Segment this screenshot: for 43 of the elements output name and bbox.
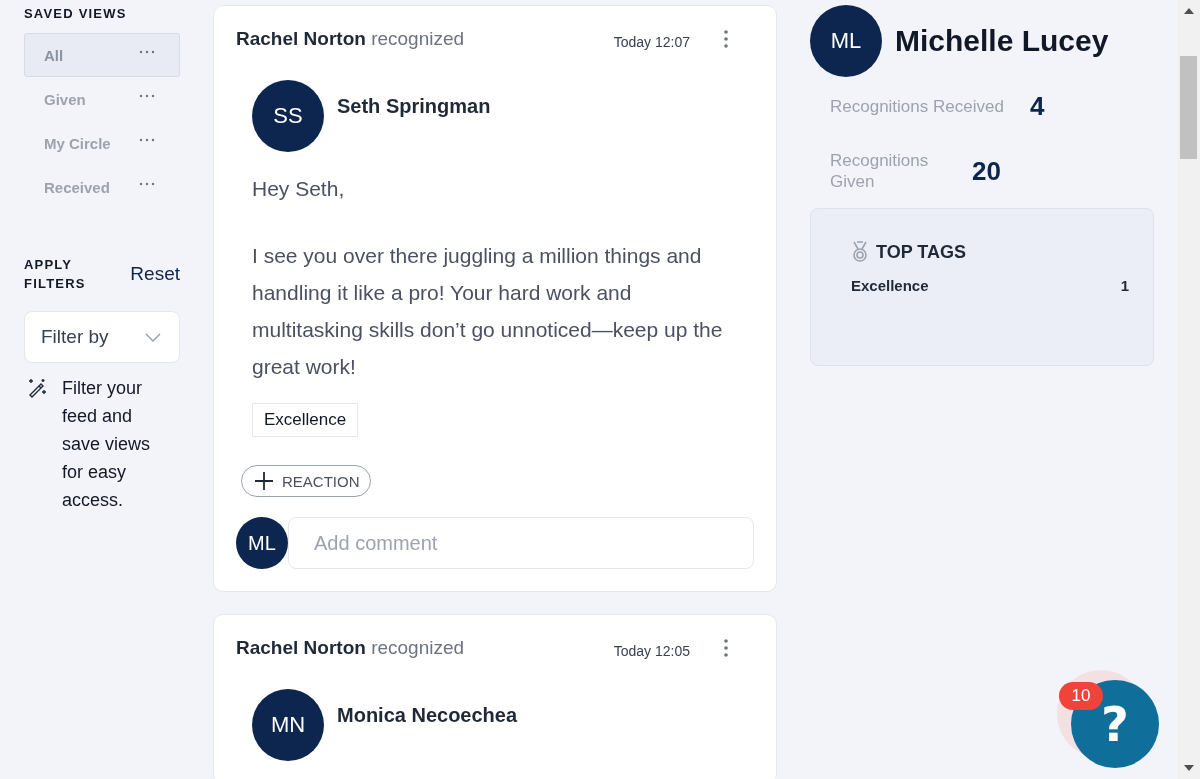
more-icon[interactable]	[139, 94, 155, 98]
stat-label: Recognitions Given	[830, 150, 930, 192]
notification-badge: 10	[1059, 682, 1103, 710]
section-title: APPLY FILTERS	[24, 256, 87, 293]
avatar: ML	[236, 517, 288, 569]
chevron-down-icon	[145, 332, 161, 342]
post-author-line: Rachel Norton recognized	[236, 28, 465, 50]
more-icon[interactable]	[724, 639, 728, 657]
more-icon[interactable]	[724, 30, 728, 48]
tag-count: 1	[1120, 277, 1129, 294]
avatar: SS	[252, 80, 324, 152]
scrollbar-thumb[interactable]	[1180, 56, 1197, 159]
comment-field[interactable]: Add comment	[288, 517, 754, 569]
medal-icon	[851, 241, 869, 263]
magic-wand-icon	[26, 377, 48, 399]
scroll-down-icon[interactable]	[1183, 765, 1194, 771]
stat-value: 20	[972, 155, 1001, 187]
post-time: Today 12:05	[613, 643, 690, 659]
section-title: TOP TAGS	[876, 241, 967, 263]
message-text: I see you over there juggling a million things and handling it like a pro! Your hard work and multitasking skills don’t go unnoticed—keep up the great work!	[252, 243, 724, 380]
scrollbar[interactable]	[1177, 0, 1200, 779]
tag: Excellence	[252, 403, 359, 437]
more-icon[interactable]	[139, 182, 155, 186]
section-title: SAVED VIEWS	[24, 6, 128, 21]
stat-value: 4	[1029, 91, 1045, 122]
avatar: ML	[810, 5, 882, 77]
post-time: Today 12:07	[613, 34, 690, 50]
message-text: Hey Seth,	[252, 176, 346, 202]
scroll-up-icon[interactable]	[1183, 8, 1194, 14]
reaction-button[interactable]: REACTION	[241, 465, 371, 497]
filter-dropdown[interactable]: Filter by	[24, 311, 180, 363]
stat-label: Recognitions Received	[830, 96, 1004, 117]
hint-text: Filter your feed and save views for easy access.	[62, 377, 152, 512]
recipient-name: Seth Springman	[337, 95, 491, 118]
avatar: MN	[252, 689, 324, 761]
tag-name: Excellence	[851, 277, 929, 294]
recipient-name: Monica Necoechea	[337, 704, 518, 727]
reset-link[interactable]: Reset	[130, 263, 180, 285]
post-author-line: Rachel Norton recognized	[236, 637, 465, 659]
plus-icon	[254, 471, 274, 491]
more-icon[interactable]	[139, 138, 155, 142]
profile-name: Michelle Lucey	[895, 24, 1109, 58]
more-icon[interactable]	[139, 50, 155, 54]
